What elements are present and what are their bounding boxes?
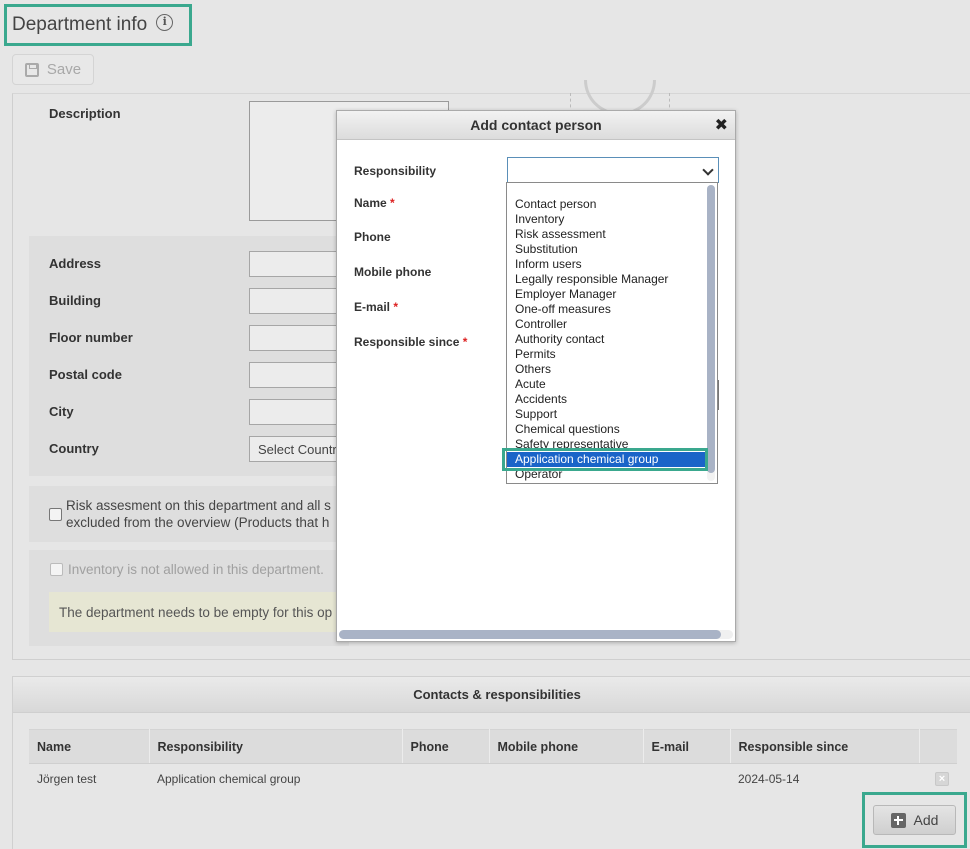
dropdown-option[interactable]: Accidents bbox=[507, 392, 707, 407]
page-title: Department info bbox=[12, 14, 148, 35]
close-x-icon[interactable]: ✖ bbox=[715, 111, 728, 140]
dropdown-option[interactable]: Support bbox=[507, 407, 707, 422]
dropdown-option[interactable]: One-off measures bbox=[507, 302, 707, 317]
inventory-not-allowed-text: Inventory is not allowed in this departm… bbox=[68, 562, 324, 577]
city-label: City bbox=[49, 404, 74, 419]
cell-delete: × bbox=[919, 764, 957, 794]
dropdown-option[interactable]: Risk assessment bbox=[507, 227, 707, 242]
dropdown-option[interactable]: Legally responsible Manager bbox=[507, 272, 707, 287]
email-label: E-mail * bbox=[354, 300, 399, 314]
column-header-phone[interactable]: Phone bbox=[402, 729, 490, 764]
address-label: Address bbox=[49, 256, 102, 271]
inventory-not-allowed-checkbox bbox=[50, 563, 63, 576]
responsibility-select[interactable] bbox=[507, 157, 719, 183]
selected-option-highlight bbox=[502, 448, 708, 471]
dialog-horizontal-scrollbar[interactable] bbox=[339, 630, 733, 639]
floor-number-input[interactable] bbox=[249, 325, 349, 351]
save-button-label: Save bbox=[46, 61, 82, 78]
country-label: Country bbox=[49, 441, 99, 456]
add-button-label: Add bbox=[913, 812, 939, 828]
plus-square-icon bbox=[890, 812, 906, 828]
cell-mobile bbox=[489, 764, 643, 794]
delete-x-icon[interactable]: × bbox=[935, 772, 949, 787]
mobile-phone-label: Mobile phone bbox=[354, 265, 432, 279]
responsibility-dropdown-list: Operator Application chemical group Safety… bbox=[506, 182, 718, 484]
dropdown-option[interactable]: Contact person bbox=[507, 197, 707, 212]
risk-exclude-text-line-2: excluded from the overview (Products tha… bbox=[66, 515, 330, 530]
dialog-header: Add contact person ✖ bbox=[337, 111, 735, 140]
table-row[interactable]: Jörgen test Application chemical group 2… bbox=[29, 764, 957, 794]
name-label: Name * bbox=[354, 196, 395, 210]
contacts-section-title: Contacts & responsibilities bbox=[13, 677, 970, 713]
chevron-down-icon bbox=[702, 164, 714, 176]
risk-exclude-text-line-1: Risk assesment on this department and al… bbox=[66, 498, 331, 513]
dropdown-option[interactable]: Controller bbox=[507, 317, 707, 332]
country-select[interactable]: Select Country bbox=[249, 436, 349, 462]
building-input[interactable] bbox=[249, 288, 349, 314]
dialog-horizontal-scrollbar-thumb[interactable] bbox=[339, 630, 721, 639]
info-circle-icon[interactable]: i bbox=[156, 13, 174, 31]
column-header-email[interactable]: E-mail bbox=[643, 729, 731, 764]
column-header-name[interactable]: Name bbox=[29, 729, 150, 764]
floor-number-label: Floor number bbox=[49, 330, 133, 345]
postal-code-label: Postal code bbox=[49, 367, 122, 382]
city-input[interactable] bbox=[249, 399, 349, 425]
postal-code-input[interactable] bbox=[249, 362, 349, 388]
contacts-table: Name Responsibility Phone Mobile phone E… bbox=[29, 729, 957, 794]
dialog-title: Add contact person bbox=[470, 117, 602, 133]
cell-name: Jörgen test bbox=[37, 771, 97, 786]
address-input[interactable] bbox=[249, 251, 349, 277]
column-header-actions bbox=[919, 729, 957, 764]
responsibility-label: Responsibility bbox=[354, 164, 437, 178]
column-header-mobile-phone[interactable]: Mobile phone bbox=[489, 729, 644, 764]
dropdown-option[interactable]: Inventory bbox=[507, 212, 707, 227]
dropdown-option[interactable]: Substitution bbox=[507, 242, 707, 257]
dropdown-vertical-scrollbar[interactable] bbox=[707, 185, 715, 481]
cell-phone bbox=[402, 764, 489, 794]
dropdown-option[interactable]: Acute bbox=[507, 377, 707, 392]
add-button-highlight: Add bbox=[862, 792, 967, 848]
save-button[interactable]: Save bbox=[12, 54, 94, 85]
building-label: Building bbox=[49, 293, 101, 308]
floppy-disk-icon bbox=[24, 62, 39, 77]
description-label: Description bbox=[49, 106, 121, 121]
risk-exclude-checkbox[interactable] bbox=[49, 508, 62, 521]
column-header-responsibility[interactable]: Responsibility bbox=[149, 729, 403, 764]
dropdown-scrollbar-thumb[interactable] bbox=[707, 185, 715, 473]
department-warning-message: The department needs to be empty for thi… bbox=[49, 592, 349, 632]
cell-email bbox=[643, 764, 730, 794]
page-title-box: Department info i bbox=[4, 4, 192, 46]
cell-responsibility: Application chemical group bbox=[157, 771, 301, 786]
dropdown-option[interactable]: Permits bbox=[507, 347, 707, 362]
dropdown-option[interactable]: Chemical questions bbox=[507, 422, 707, 437]
column-header-responsible-since[interactable]: Responsible since bbox=[730, 729, 920, 764]
dropdown-option[interactable]: Others bbox=[507, 362, 707, 377]
dropdown-option[interactable]: Inform users bbox=[507, 257, 707, 272]
phone-label: Phone bbox=[354, 230, 391, 244]
dropdown-option[interactable]: Authority contact bbox=[507, 332, 707, 347]
responsible-since-label: Responsible since * bbox=[354, 335, 468, 349]
add-contact-button[interactable]: Add bbox=[873, 805, 956, 835]
risk-exclude-text: Risk assesment on this department and al… bbox=[66, 497, 349, 531]
dropdown-option[interactable]: Employer Manager bbox=[507, 287, 707, 302]
cell-responsible-since: 2024-05-14 bbox=[738, 771, 800, 786]
